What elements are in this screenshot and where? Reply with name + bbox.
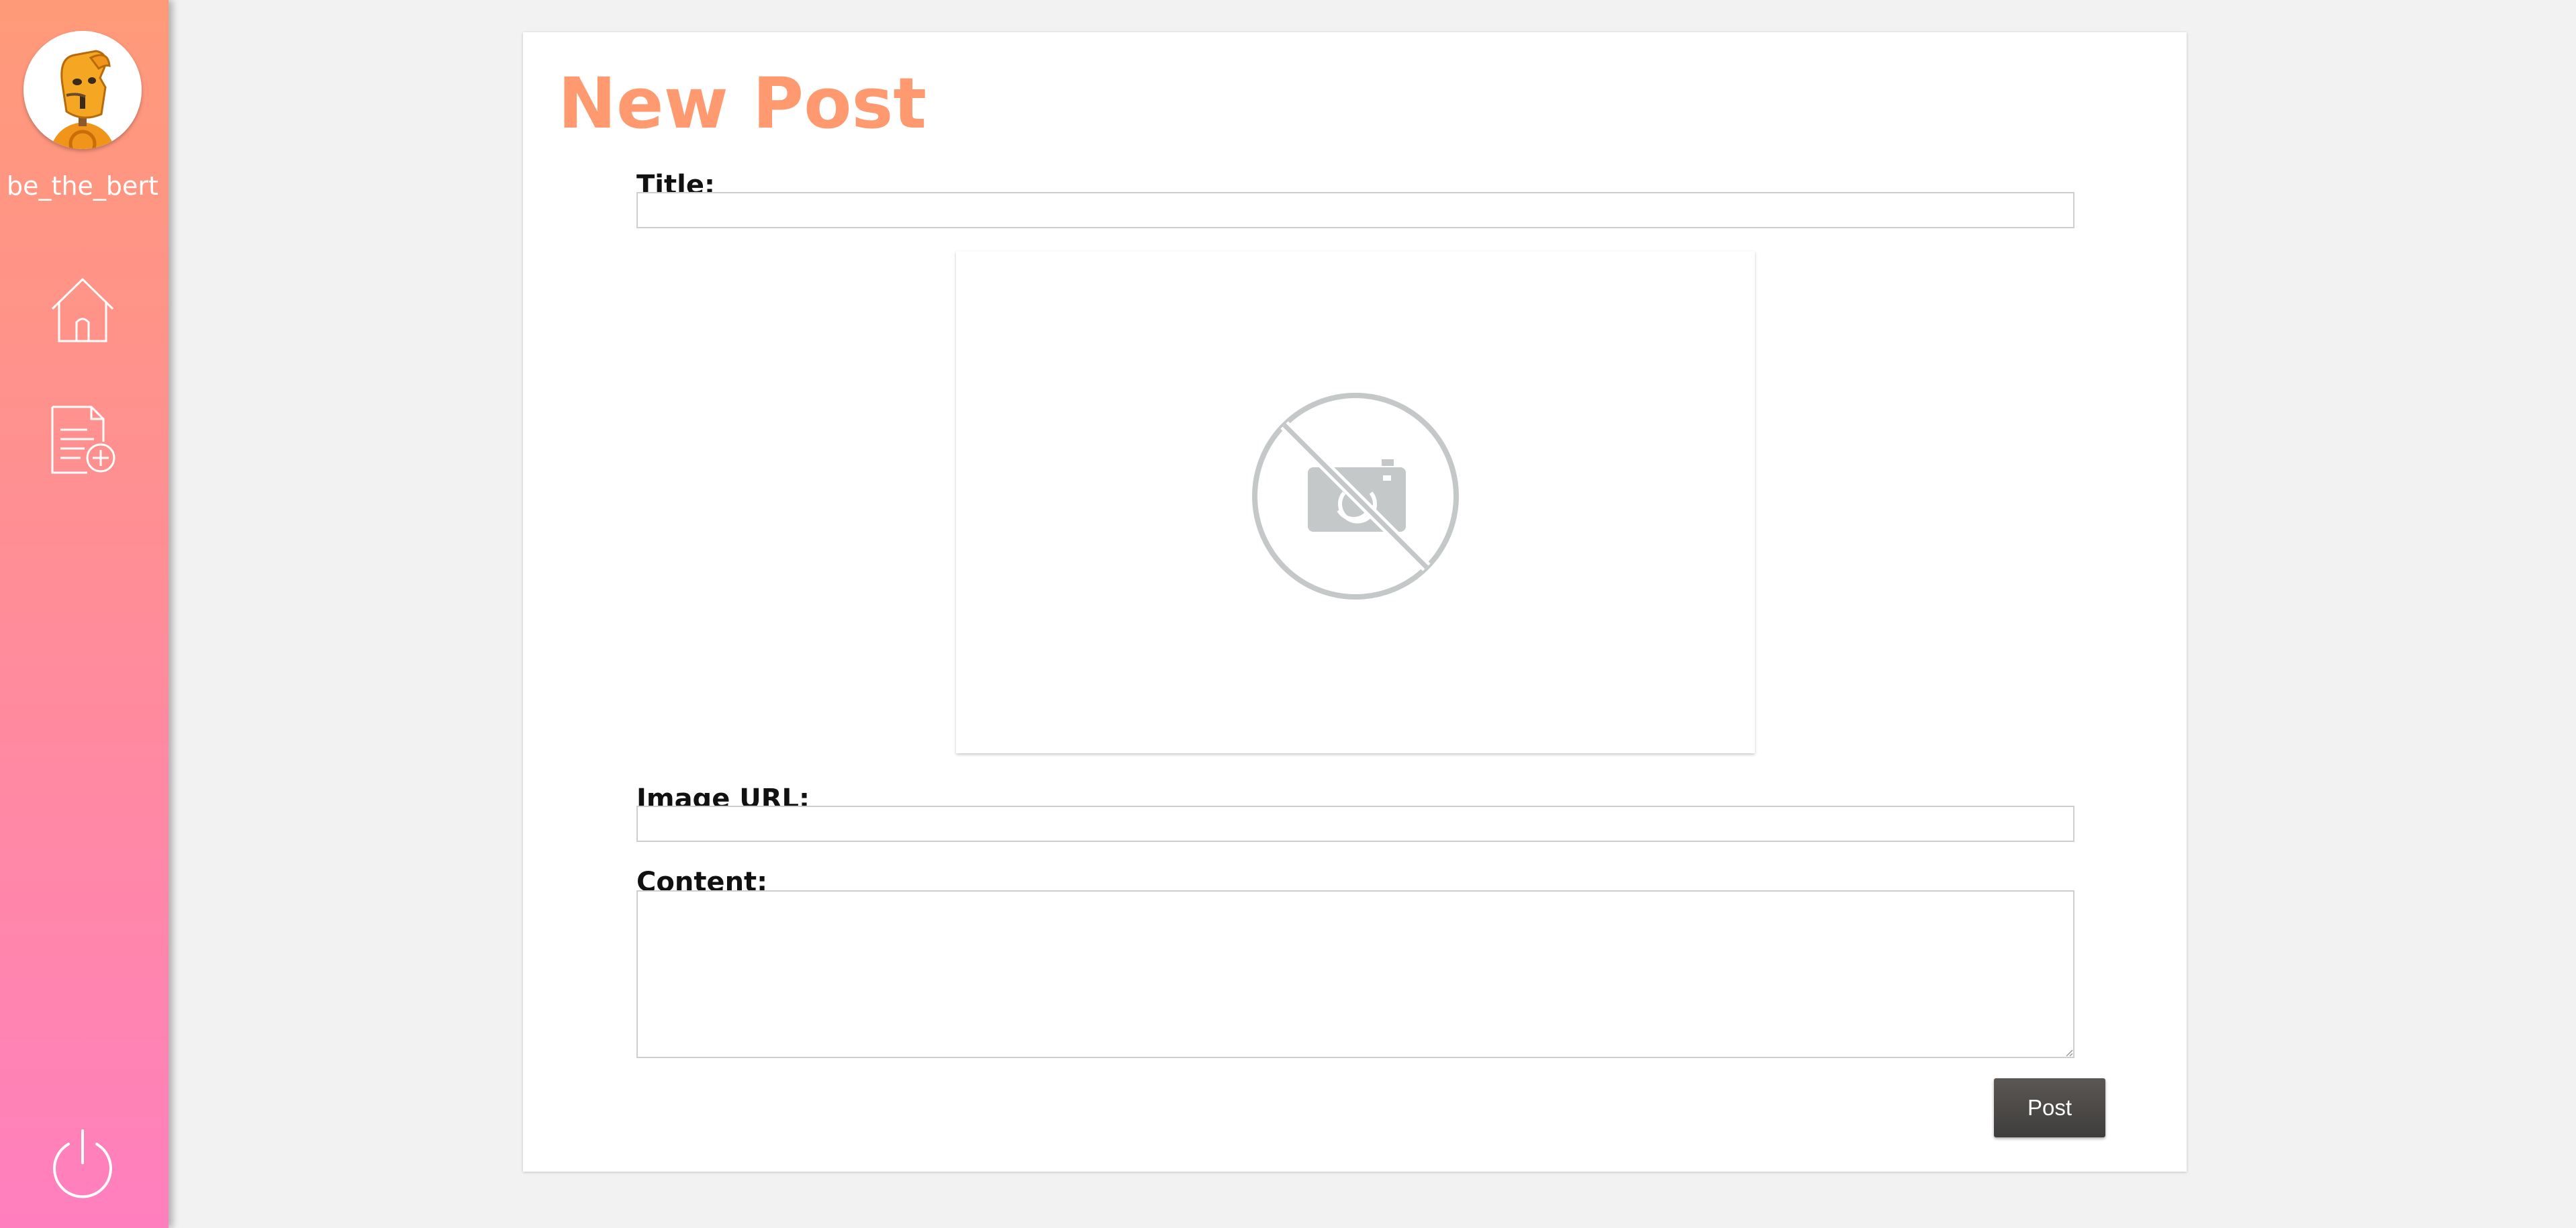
content-textarea[interactable] (636, 890, 2074, 1058)
home-icon[interactable] (47, 274, 118, 345)
page-title: New Post (558, 62, 927, 144)
user-avatar[interactable] (23, 31, 142, 149)
sidebar: be_the_bert (0, 0, 169, 1228)
power-icon[interactable] (47, 1128, 118, 1199)
username: be_the_bert (7, 171, 158, 201)
new-post-card: New Post Title: Image URL: Content: Post (523, 32, 2187, 1172)
title-input[interactable] (636, 192, 2074, 228)
image-preview (956, 251, 1755, 753)
robot-mascot-icon (23, 31, 142, 149)
no-image-camera-icon (1251, 392, 1460, 600)
resize-grip-icon[interactable] (2065, 1049, 2073, 1057)
image-url-input[interactable] (636, 806, 2074, 842)
post-button[interactable]: Post (1994, 1078, 2105, 1137)
new-post-icon[interactable] (47, 404, 118, 475)
